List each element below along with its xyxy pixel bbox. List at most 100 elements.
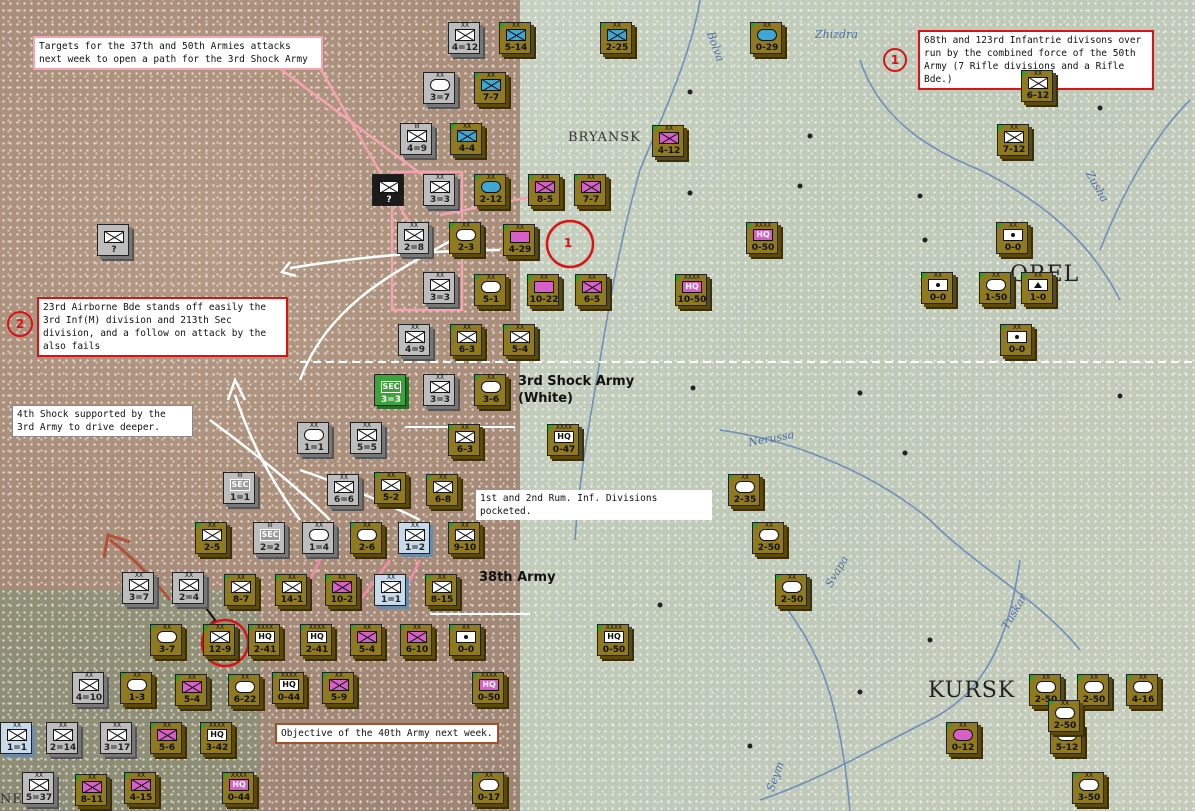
- unit-counter[interactable]: XX 10-22: [527, 274, 561, 308]
- unit-counter[interactable]: XX 6-3: [448, 424, 482, 458]
- unit-type-label: SEC: [382, 382, 400, 391]
- unit-counter[interactable]: XX 0-0: [449, 624, 483, 658]
- unit-type-label: HQ: [232, 780, 246, 789]
- unit-counter[interactable]: XXXX HQ 0-50: [597, 624, 631, 658]
- unit-counter[interactable]: XX 2-3: [449, 222, 483, 256]
- unit-counter[interactable]: XX 4-15: [124, 772, 158, 806]
- unit-counter[interactable]: XX 1=1: [297, 422, 331, 456]
- unit-counter[interactable]: XX 3=7: [122, 572, 156, 606]
- unit-counter[interactable]: XX 3-50: [1072, 772, 1106, 806]
- unit-counter[interactable]: XX 1-3: [120, 672, 154, 706]
- unit-type-label: HQ: [258, 632, 272, 641]
- unit-counter[interactable]: XX 5-4: [503, 324, 537, 358]
- unit-counter[interactable]: XX 5-1: [474, 274, 508, 308]
- unit-counter[interactable]: III SEC 1=1: [223, 472, 257, 506]
- unit-counter[interactable]: XX 4=9: [398, 324, 432, 358]
- unit-counter[interactable]: XX 6-22: [228, 674, 262, 708]
- unit-counter[interactable]: XX 5-9: [322, 672, 356, 706]
- unit-counter[interactable]: XXXX HQ 2-41: [300, 624, 334, 658]
- unit-counter[interactable]: XX 2=14: [46, 722, 80, 756]
- unit-counter[interactable]: XX 5=5: [350, 422, 384, 456]
- unit-counter[interactable]: XX 7-7: [574, 174, 608, 208]
- unit-counter[interactable]: XX 3=7: [423, 72, 457, 106]
- unit-counter[interactable]: XX 2-5: [195, 522, 229, 556]
- unit-counter[interactable]: XXXX HQ 0-50: [472, 672, 506, 706]
- unit-counter[interactable]: XX 1=4: [302, 522, 336, 556]
- unit-counter[interactable]: III 4=9: [400, 123, 434, 157]
- unit-size: XX: [215, 624, 225, 631]
- unit-counter[interactable]: SEC 3=3: [374, 374, 408, 408]
- unit-counter[interactable]: XX 0-17: [472, 772, 506, 806]
- unit-counter[interactable]: XX 8-7: [224, 574, 258, 608]
- unit-counter[interactable]: XX 2=8: [397, 222, 431, 256]
- unit-type-icon: [334, 481, 354, 493]
- unit-counter[interactable]: XX 2-50: [1048, 700, 1082, 734]
- unit-counter[interactable]: XX 4-4: [450, 123, 484, 157]
- unit-counter[interactable]: XXXX HQ 0-44: [272, 672, 306, 706]
- unit-counter[interactable]: XX 7-12: [997, 124, 1031, 158]
- unit-counter[interactable]: XXXX HQ 0-47: [547, 424, 581, 458]
- unit-counter[interactable]: XX 1-50: [979, 272, 1013, 306]
- unit-counter[interactable]: XX 2-50: [775, 574, 809, 608]
- unit-counter[interactable]: XX 0-29: [750, 22, 784, 56]
- unit-counter[interactable]: XX 6-10: [400, 624, 434, 658]
- unit-counter[interactable]: XX 4-12: [652, 125, 686, 159]
- unit-counter[interactable]: XX 3=3: [423, 272, 457, 306]
- unit-counter[interactable]: XX 6-8: [426, 474, 460, 508]
- unit-counter[interactable]: XX 3=3: [423, 374, 457, 408]
- unit-counter[interactable]: XX 12-9: [203, 624, 237, 658]
- unit-strength: 6=6: [333, 495, 355, 505]
- game-map[interactable]: BRYANSK OREL KURSK NESOV Zhizdra Bolva Z…: [0, 0, 1195, 811]
- unit-counter[interactable]: XX 3=3: [423, 174, 457, 208]
- unit-counter[interactable]: XX 2=4: [172, 572, 206, 606]
- unit-counter[interactable]: XX 1=1: [374, 574, 408, 608]
- unit-counter[interactable]: XX 6-12: [1021, 70, 1055, 104]
- unit-counter[interactable]: XX 3-7: [150, 624, 184, 658]
- unit-counter[interactable]: XX 3-6: [474, 374, 508, 408]
- unit-counter[interactable]: XX 9-10: [448, 522, 482, 556]
- unit-counter[interactable]: XX 1=2: [398, 522, 432, 556]
- unit-counter[interactable]: XX 0-12: [946, 722, 980, 756]
- unit-counter[interactable]: XX 5-6: [150, 722, 184, 756]
- unit-counter[interactable]: XX 2-12: [474, 174, 508, 208]
- unit-counter[interactable]: XX 2-50: [1077, 674, 1111, 708]
- unit-counter[interactable]: XX 0-0: [1000, 324, 1034, 358]
- unit-counter[interactable]: XX 8-11: [75, 774, 109, 808]
- unit-size: XX: [410, 324, 420, 331]
- unit-counter[interactable]: XX 1=1: [0, 722, 34, 756]
- unit-counter[interactable]: XX 0-0: [921, 272, 955, 306]
- unit-counter[interactable]: XXXX HQ 2-41: [248, 624, 282, 658]
- unit-counter[interactable]: XX 6-3: [450, 324, 484, 358]
- unit-counter[interactable]: XX 5-4: [350, 624, 384, 658]
- unit-counter[interactable]: ?: [372, 174, 406, 208]
- unit-counter[interactable]: XX 2-25: [600, 22, 634, 56]
- unit-counter[interactable]: XX 4-29: [503, 224, 537, 258]
- unit-counter[interactable]: XX 5-4: [175, 674, 209, 708]
- unit-counter[interactable]: XX 4=10: [72, 672, 106, 706]
- unit-counter[interactable]: XX 8-5: [528, 174, 562, 208]
- unit-counter[interactable]: XXXX HQ 10-50: [675, 274, 709, 308]
- unit-counter[interactable]: XX 6=6: [327, 474, 361, 508]
- unit-counter[interactable]: XXXX HQ 0-44: [222, 772, 256, 806]
- unit-type-icon: [79, 679, 99, 691]
- unit-counter[interactable]: XX 5-14: [499, 22, 533, 56]
- unit-counter[interactable]: III SEC 2=2: [253, 522, 287, 556]
- unit-counter[interactable]: XX 10-2: [325, 574, 359, 608]
- unit-counter[interactable]: XX 7-7: [474, 72, 508, 106]
- unit-counter[interactable]: XX 0-0: [996, 222, 1030, 256]
- unit-counter[interactable]: XX 1-0: [1021, 272, 1055, 306]
- unit-counter[interactable]: XX 2-50: [752, 522, 786, 556]
- unit-counter[interactable]: XXXX HQ 3-42: [200, 722, 234, 756]
- unit-counter[interactable]: XX 2-6: [350, 522, 384, 556]
- unit-counter[interactable]: XX 5-2: [374, 472, 408, 506]
- unit-counter[interactable]: XX 2-35: [728, 474, 762, 508]
- unit-counter[interactable]: XX 14-1: [275, 574, 309, 608]
- unit-counter[interactable]: XX 6-5: [575, 274, 609, 308]
- unit-counter[interactable]: XXXX HQ 0-50: [746, 222, 780, 256]
- unit-counter[interactable]: XX 3=17: [100, 722, 134, 756]
- unit-counter[interactable]: ?: [97, 224, 131, 258]
- unit-counter[interactable]: XX 4-16: [1126, 674, 1160, 708]
- unit-counter[interactable]: XX 5=37: [22, 772, 56, 806]
- unit-counter[interactable]: XX 8-15: [425, 574, 459, 608]
- unit-counter[interactable]: XX 4=12: [448, 22, 482, 56]
